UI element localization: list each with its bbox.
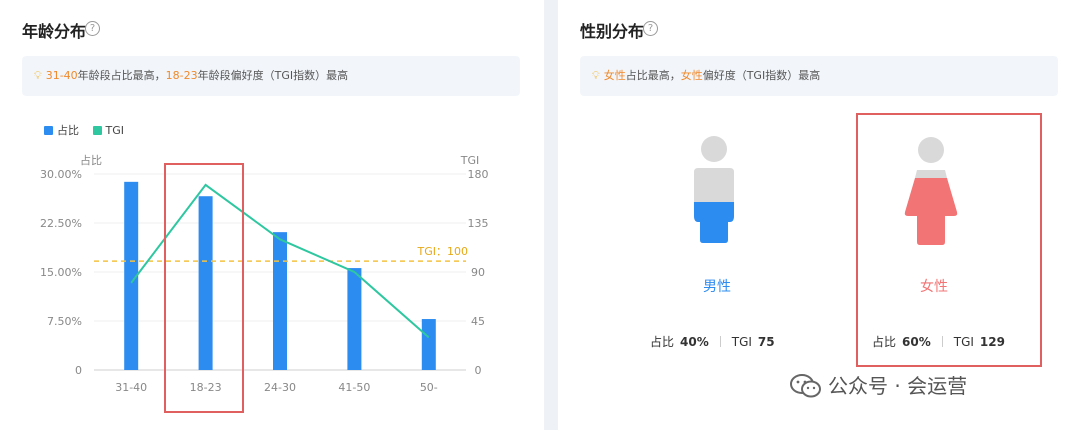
y-axis-title-right: TGI bbox=[460, 154, 480, 167]
x-tick-label: 24-30 bbox=[264, 381, 296, 394]
gender-insight-tip: 💡︎ 女性占比最高，女性偏好度（TGI指数）最高 bbox=[580, 56, 1058, 96]
tip-text-2: 偏好度（TGI指数）最高 bbox=[702, 69, 821, 82]
watermark: 公众号 · 会运营 bbox=[790, 370, 967, 399]
male-figure-icon bbox=[694, 136, 734, 243]
male-share-label: 占比 bbox=[650, 335, 675, 349]
age-panel: 年龄分布 ? 💡︎ 31-40年龄段占比最高，18-23年龄段偏好度（TGI指数）… bbox=[0, 0, 544, 430]
x-tick-label: 31-40 bbox=[115, 381, 147, 394]
watermark-text: 公众号 · 会运营 bbox=[828, 374, 968, 398]
gender-panel: 性别分布 ? 💡︎ 女性占比最高，女性偏好度（TGI指数）最高 男性 女性 占比 4… bbox=[558, 0, 1080, 430]
highlight-box-18-23 bbox=[164, 163, 244, 413]
y-tick-label-right: 135 bbox=[468, 217, 489, 230]
tip-highlight-gender-top-share: 女性 bbox=[603, 69, 626, 82]
male-stats: 占比 40% TGI 75 bbox=[650, 333, 775, 350]
y-tick-label-right: 90 bbox=[471, 266, 485, 279]
y-tick-label-right: 180 bbox=[468, 168, 489, 181]
male-label: 男性 bbox=[703, 279, 731, 295]
lightbulb-icon: 💡︎ bbox=[592, 69, 600, 82]
y-tick-label-left: 7.50% bbox=[47, 315, 82, 328]
y-tick-label-right: 45 bbox=[471, 315, 485, 328]
y-tick-label-left: 30.00% bbox=[40, 168, 82, 181]
tip-highlight-gender-top-tgi: 女性 bbox=[680, 69, 703, 82]
bar-24-30 bbox=[273, 232, 287, 370]
x-tick-label: 50- bbox=[420, 381, 438, 394]
tip-text-1: 占比最高， bbox=[625, 69, 681, 82]
gender-panel-title: 性别分布 bbox=[580, 22, 645, 41]
stats-divider bbox=[719, 336, 721, 347]
y-tick-label-left: 22.50% bbox=[40, 217, 82, 230]
x-tick-label: 41-50 bbox=[338, 381, 370, 394]
highlight-box-female bbox=[856, 113, 1042, 367]
male-share-value: 40% bbox=[680, 335, 709, 349]
age-distribution-chart: 30.00% 180 22.50% 135 15.00% 90 7.50% 45 0 0 占比 TGI… bbox=[40, 153, 489, 394]
y-tick-label-left: 15.00% bbox=[40, 266, 82, 279]
bar-41-50 bbox=[347, 268, 362, 370]
gender-help-icon[interactable]: ? bbox=[643, 21, 658, 36]
male-tgi-value: 75 bbox=[757, 335, 775, 349]
y-axis-title-left: 占比 bbox=[80, 153, 102, 167]
male-tgi-label: TGI bbox=[731, 335, 752, 349]
wechat-icon bbox=[790, 374, 821, 398]
y-tick-label-left: 0 bbox=[75, 364, 82, 377]
y-tick-label-right: 0 bbox=[475, 364, 482, 377]
bar-50- bbox=[421, 319, 436, 370]
tgi-reference-label: TGI：100 bbox=[417, 245, 468, 258]
